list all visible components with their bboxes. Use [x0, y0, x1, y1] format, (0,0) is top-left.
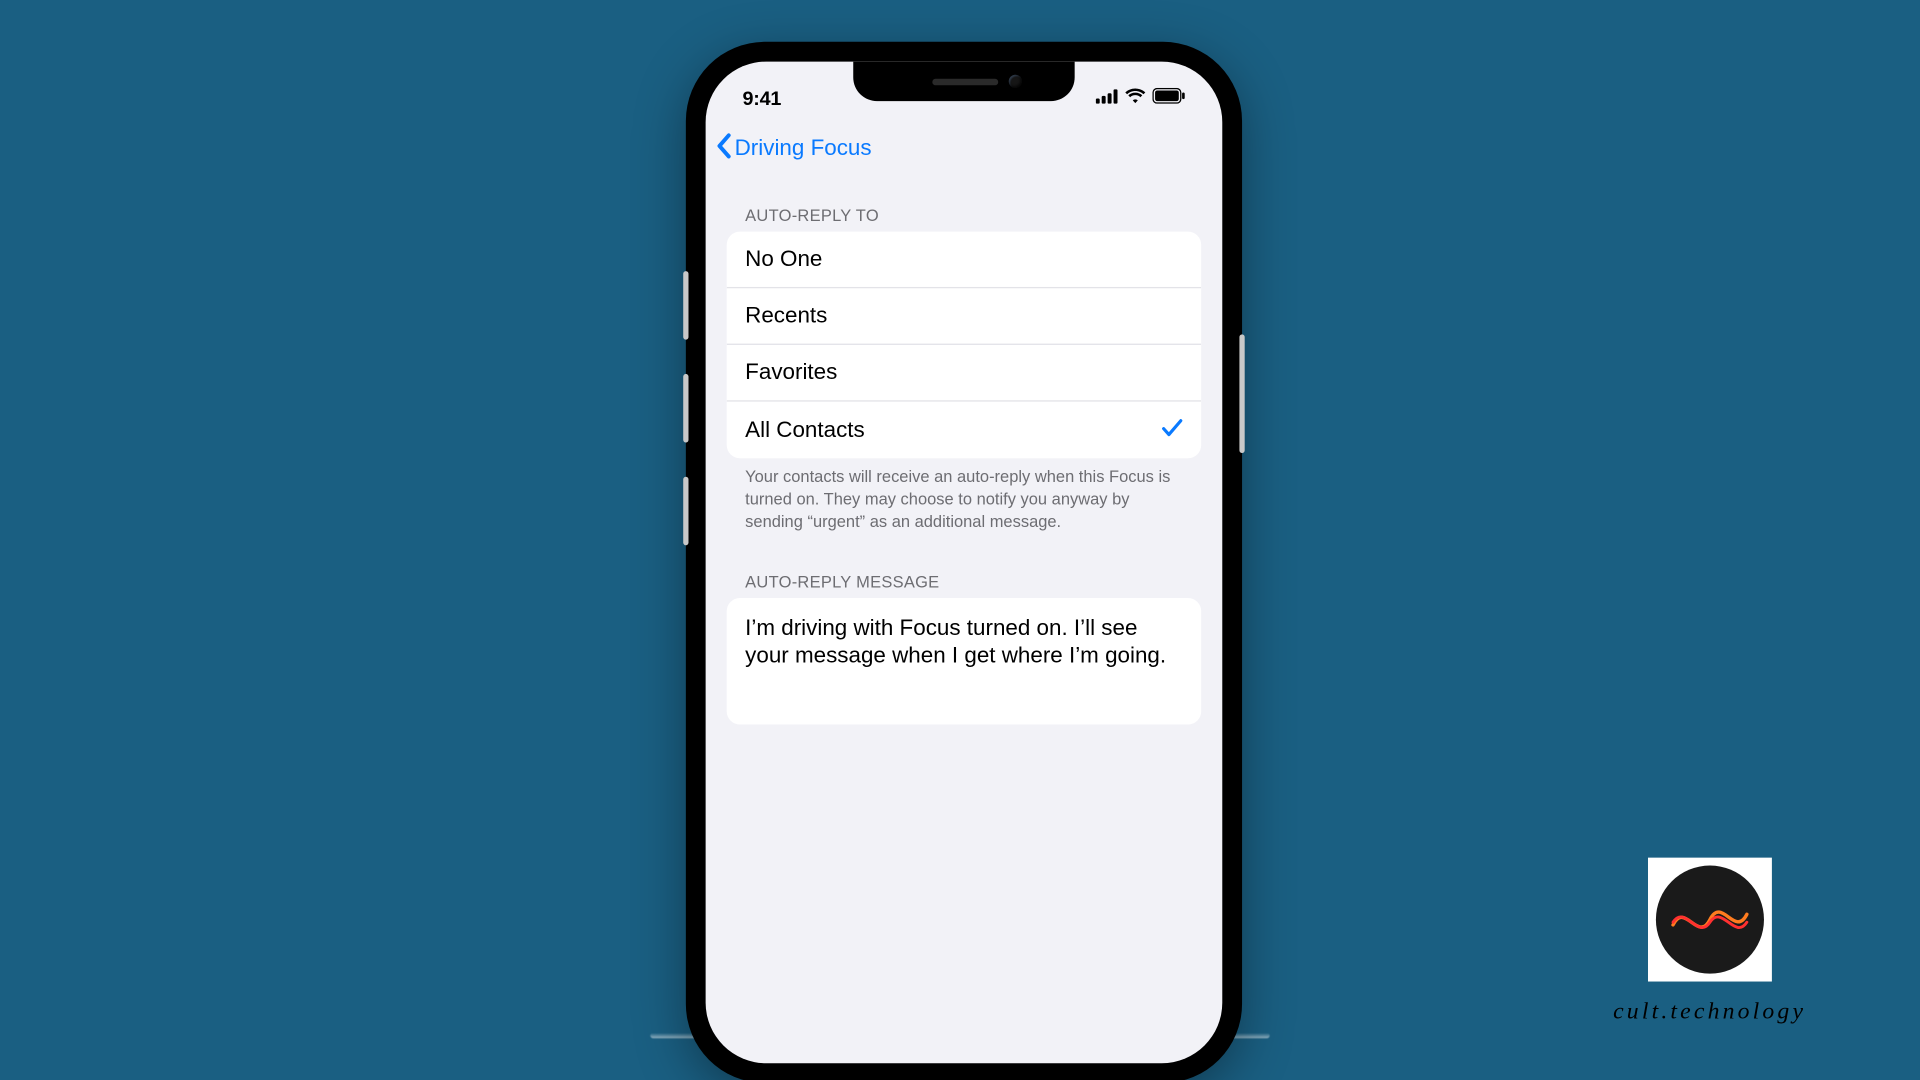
settings-content: AUTO-REPLY TO No One Recents Favorites A…	[706, 183, 1223, 1063]
status-time: 9:41	[743, 87, 782, 109]
phone-notch	[853, 62, 1074, 102]
back-label: Driving Focus	[735, 135, 872, 161]
speaker-grille	[932, 78, 998, 85]
section-header-auto-reply-message: AUTO-REPLY MESSAGE	[727, 565, 1201, 598]
back-button[interactable]: Driving Focus	[714, 132, 872, 165]
checkmark-icon	[1162, 416, 1183, 444]
option-no-one[interactable]: No One	[727, 232, 1201, 289]
option-label: Favorites	[745, 359, 837, 385]
option-label: Recents	[745, 303, 827, 329]
section-footer-auto-reply-to: Your contacts will receive an auto-reply…	[727, 458, 1201, 533]
phone-frame: 9:41 Dri	[688, 44, 1239, 1080]
option-label: No One	[745, 246, 822, 272]
section-header-auto-reply-to: AUTO-REPLY TO	[727, 199, 1201, 232]
brand-label: cult.technology	[1613, 997, 1806, 1025]
option-favorites[interactable]: Favorites	[727, 345, 1201, 402]
battery-icon	[1152, 87, 1185, 111]
nav-bar: Driving Focus	[706, 122, 1223, 175]
option-recents[interactable]: Recents	[727, 288, 1201, 345]
chevron-left-icon	[714, 132, 734, 165]
wifi-icon	[1125, 87, 1146, 111]
option-label: All Contacts	[745, 417, 865, 443]
brand-badge	[1648, 858, 1772, 982]
option-all-contacts[interactable]: All Contacts	[727, 402, 1201, 459]
phone-screen: 9:41 Dri	[706, 62, 1223, 1064]
front-camera	[1009, 75, 1022, 88]
brand-logo-icon	[1656, 866, 1764, 974]
auto-reply-to-group: No One Recents Favorites All Contacts	[727, 232, 1201, 459]
cellular-icon	[1096, 87, 1118, 111]
watermark: cult.technology	[1613, 858, 1806, 1025]
auto-reply-message-text: I’m driving with Focus turned on. I’ll s…	[745, 615, 1166, 669]
auto-reply-message-field[interactable]: I’m driving with Focus turned on. I’ll s…	[727, 597, 1201, 724]
